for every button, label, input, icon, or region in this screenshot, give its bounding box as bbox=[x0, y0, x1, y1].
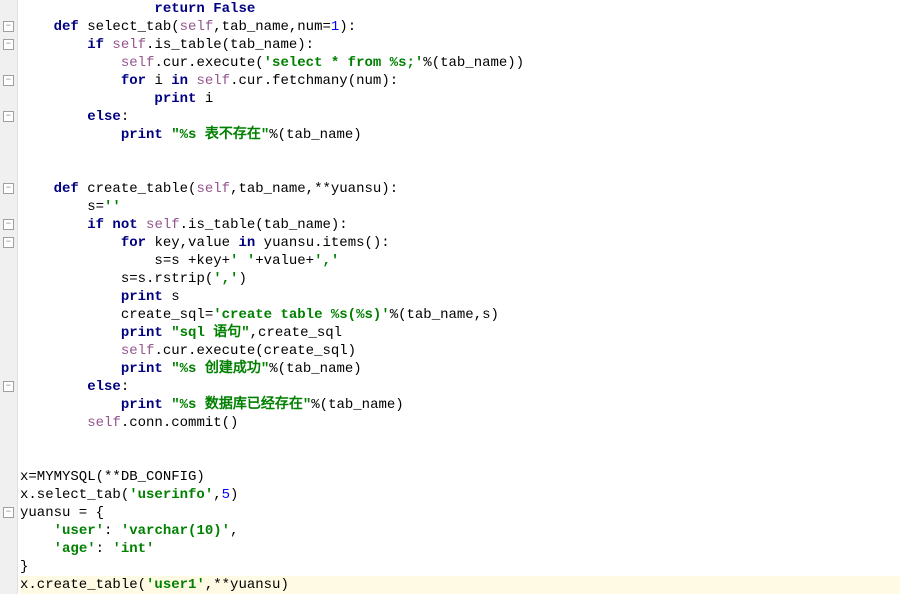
code-line[interactable]: s=s.rstrip(',') bbox=[20, 270, 900, 288]
code-line[interactable]: for i in self.cur.fetchmany(num): bbox=[20, 72, 900, 90]
code-line[interactable]: print i bbox=[20, 90, 900, 108]
code-line[interactable]: print "%s 数据库已经存在"%(tab_name) bbox=[20, 396, 900, 414]
code-line[interactable]: x=MYMYSQL(**DB_CONFIG) bbox=[20, 468, 900, 486]
code-line[interactable] bbox=[20, 450, 900, 468]
code-line[interactable] bbox=[20, 432, 900, 450]
code-line[interactable]: else: bbox=[20, 108, 900, 126]
fold-marker[interactable]: − bbox=[3, 21, 14, 32]
code-line[interactable]: def create_table(self,tab_name,**yuansu)… bbox=[20, 180, 900, 198]
code-line[interactable]: s='' bbox=[20, 198, 900, 216]
code-line[interactable]: def select_tab(self,tab_name,num=1): bbox=[20, 18, 900, 36]
code-line[interactable]: if not self.is_table(tab_name): bbox=[20, 216, 900, 234]
fold-marker[interactable]: − bbox=[3, 219, 14, 230]
code-line[interactable]: 'age': 'int' bbox=[20, 540, 900, 558]
code-line[interactable]: x.select_tab('userinfo',5) bbox=[20, 486, 900, 504]
code-line[interactable]: print s bbox=[20, 288, 900, 306]
code-line[interactable]: print "sql 语句",create_sql bbox=[20, 324, 900, 342]
code-line[interactable]: self.conn.commit() bbox=[20, 414, 900, 432]
fold-marker[interactable]: − bbox=[3, 183, 14, 194]
code-line[interactable]: return False bbox=[20, 0, 900, 18]
code-line[interactable]: for key,value in yuansu.items(): bbox=[20, 234, 900, 252]
code-line[interactable]: s=s +key+' '+value+',' bbox=[20, 252, 900, 270]
fold-marker[interactable]: − bbox=[3, 237, 14, 248]
code-line[interactable]: 'user': 'varchar(10)', bbox=[20, 522, 900, 540]
code-line[interactable]: yuansu = { bbox=[20, 504, 900, 522]
code-line[interactable] bbox=[20, 162, 900, 180]
code-line[interactable]: if self.is_table(tab_name): bbox=[20, 36, 900, 54]
gutter: − − − − − − − − − bbox=[0, 0, 18, 594]
code-line[interactable]: else: bbox=[20, 378, 900, 396]
code-line[interactable]: } bbox=[20, 558, 900, 576]
code-line[interactable]: create_sql='create table %s(%s)'%(tab_na… bbox=[20, 306, 900, 324]
fold-marker[interactable]: − bbox=[3, 75, 14, 86]
code-line[interactable]: self.cur.execute(create_sql) bbox=[20, 342, 900, 360]
fold-marker[interactable]: − bbox=[3, 381, 14, 392]
code-line[interactable]: self.cur.execute('select * from %s;'%(ta… bbox=[20, 54, 900, 72]
code-line[interactable]: print "%s 创建成功"%(tab_name) bbox=[20, 360, 900, 378]
fold-marker[interactable]: − bbox=[3, 507, 14, 518]
code-line[interactable] bbox=[20, 144, 900, 162]
fold-marker[interactable]: − bbox=[3, 111, 14, 122]
code-line[interactable]: print "%s 表不存在"%(tab_name) bbox=[20, 126, 900, 144]
fold-marker[interactable]: − bbox=[3, 39, 14, 50]
code-line-current[interactable]: x.create_table('user1',**yuansu) bbox=[20, 576, 900, 594]
code-editor[interactable]: return False def select_tab(self,tab_nam… bbox=[18, 0, 900, 594]
